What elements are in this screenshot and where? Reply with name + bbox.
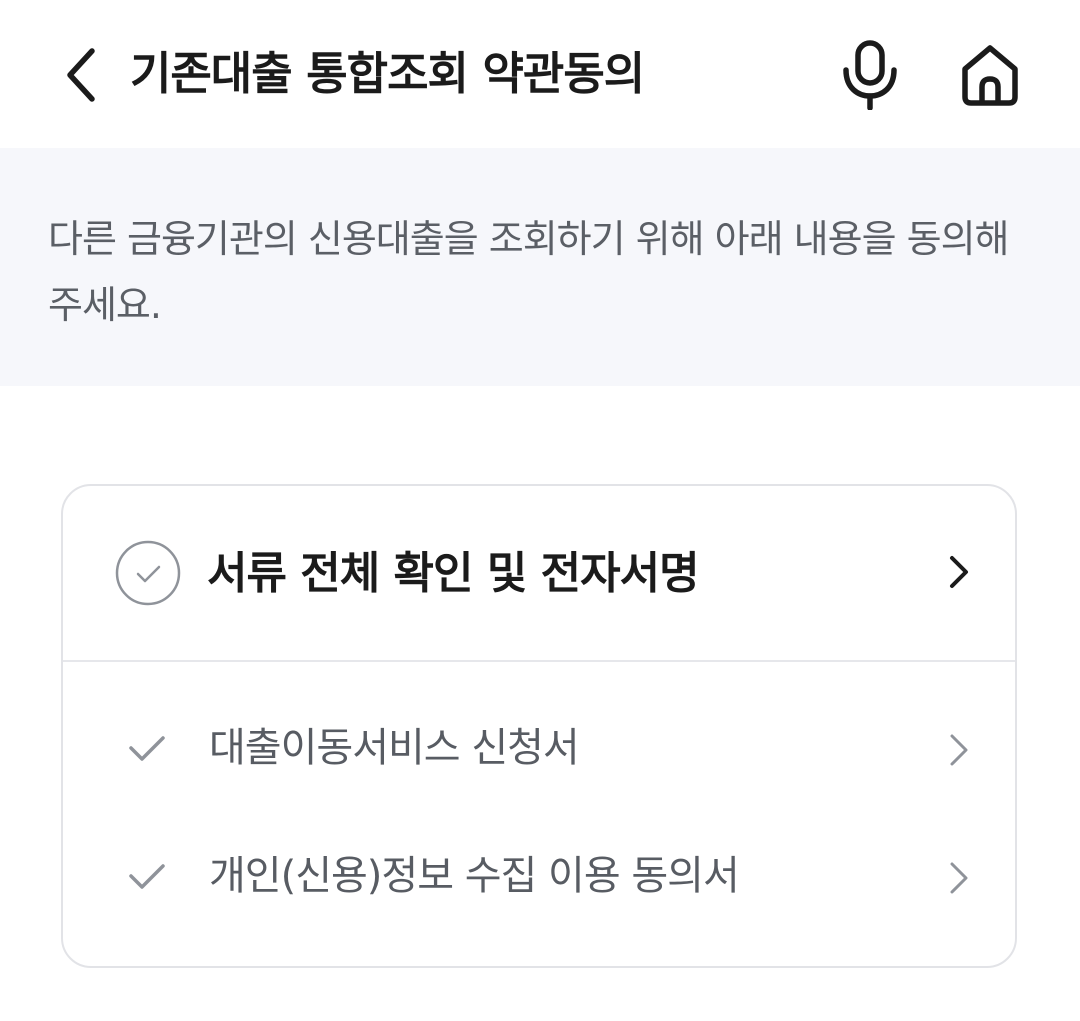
card-divider [63,660,1015,662]
document-label: 개인(신용)정보 수집 이용 동의서 [209,853,740,899]
document-row-transfer-application[interactable]: 대출이동서비스 신청서 [63,688,1015,808]
notice-banner: 다른 금융기관의 신용대출을 조회하기 위해 아래 내용을 동의해주세요. [0,148,1080,386]
chevron-left-icon [67,48,95,102]
app-header: 기존대출 통합조회 약관동의 [0,0,1080,148]
notice-text: 다른 금융기관의 신용대출을 조회하기 위해 아래 내용을 동의해주세요. [48,217,1010,327]
agree-all-label: 서류 전체 확인 및 전자서명 [207,548,700,599]
check-icon [129,864,165,889]
home-icon [962,45,1018,106]
agree-all-row[interactable]: 서류 전체 확인 및 전자서명 [63,486,1015,660]
back-button[interactable] [50,40,110,110]
circle-check-icon[interactable] [115,540,181,606]
home-button[interactable] [952,38,1028,110]
chevron-right-icon [950,556,968,588]
document-row-personal-info-consent[interactable]: 개인(신용)정보 수집 이용 동의서 [63,816,1015,936]
chevron-right-icon [950,862,968,894]
page-title: 기존대출 통합조회 약관동의 [130,47,645,100]
agreement-card: 서류 전체 확인 및 전자서명 대출이동서비스 신청서 개인(신용)정보 수집 … [61,484,1017,968]
check-icon [129,736,165,761]
voice-search-button[interactable] [834,36,906,112]
chevron-right-icon [950,734,968,766]
document-label: 대출이동서비스 신청서 [209,725,580,771]
microphone-icon [843,40,897,110]
